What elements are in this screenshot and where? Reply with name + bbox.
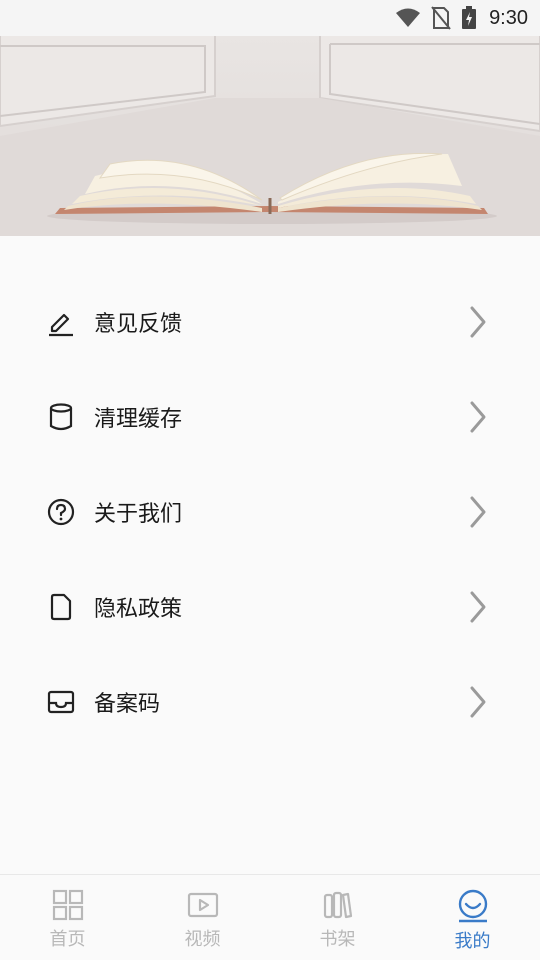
menu-item-privacy-policy[interactable]: 隐私政策	[0, 559, 540, 654]
no-sim-icon	[431, 6, 451, 30]
nav-tab-video[interactable]: 视频	[135, 875, 270, 960]
profile-screen: 9:30 意见反馈 清理缓存 关于我们 隐私政策 备案码 首页 视频 书架 我的	[0, 0, 540, 960]
menu-item-icp-record[interactable]: 备案码	[0, 654, 540, 749]
chevron-right-icon	[470, 496, 486, 527]
video-icon	[187, 892, 218, 918]
menu-label-about-us: 关于我们	[94, 501, 183, 527]
document-icon	[46, 592, 76, 622]
menu-item-clear-cache[interactable]: 清理缓存	[0, 369, 540, 464]
nav-tab-mine[interactable]: 我的	[405, 875, 540, 960]
status-bar: 9:30	[0, 0, 540, 36]
wifi-icon	[396, 8, 421, 27]
bookshelf-icon	[323, 891, 352, 919]
nav-tab-home[interactable]: 首页	[0, 875, 135, 960]
battery-charging-icon	[462, 6, 477, 29]
cylinder-icon	[46, 402, 76, 432]
smile-icon	[458, 889, 487, 923]
edit-icon	[46, 307, 76, 337]
inbox-icon	[46, 687, 76, 717]
menu-item-feedback[interactable]: 意见反馈	[0, 274, 540, 369]
status-time: 9:30	[489, 6, 528, 29]
nav-label-mine: 我的	[454, 931, 491, 952]
chevron-right-icon	[470, 686, 486, 717]
menu-label-feedback: 意见反馈	[94, 311, 183, 337]
question-circle-icon	[46, 497, 76, 527]
chevron-right-icon	[470, 306, 486, 337]
banner-image	[0, 36, 540, 236]
settings-menu: 意见反馈 清理缓存 关于我们 隐私政策 备案码	[0, 274, 540, 749]
nav-label-home: 首页	[49, 929, 86, 950]
nav-label-video: 视频	[184, 929, 221, 950]
nav-tab-bookshelf[interactable]: 书架	[270, 875, 405, 960]
chevron-right-icon	[470, 401, 486, 432]
grid-icon	[52, 889, 83, 921]
menu-item-about-us[interactable]: 关于我们	[0, 464, 540, 559]
menu-label-privacy-policy: 隐私政策	[94, 596, 183, 622]
chevron-right-icon	[470, 591, 486, 622]
menu-label-clear-cache: 清理缓存	[94, 406, 183, 432]
open-book-illustration	[0, 36, 540, 236]
menu-label-icp-record: 备案码	[94, 691, 161, 717]
nav-label-bookshelf: 书架	[319, 929, 356, 950]
bottom-navigation: 首页 视频 书架 我的	[0, 874, 540, 960]
